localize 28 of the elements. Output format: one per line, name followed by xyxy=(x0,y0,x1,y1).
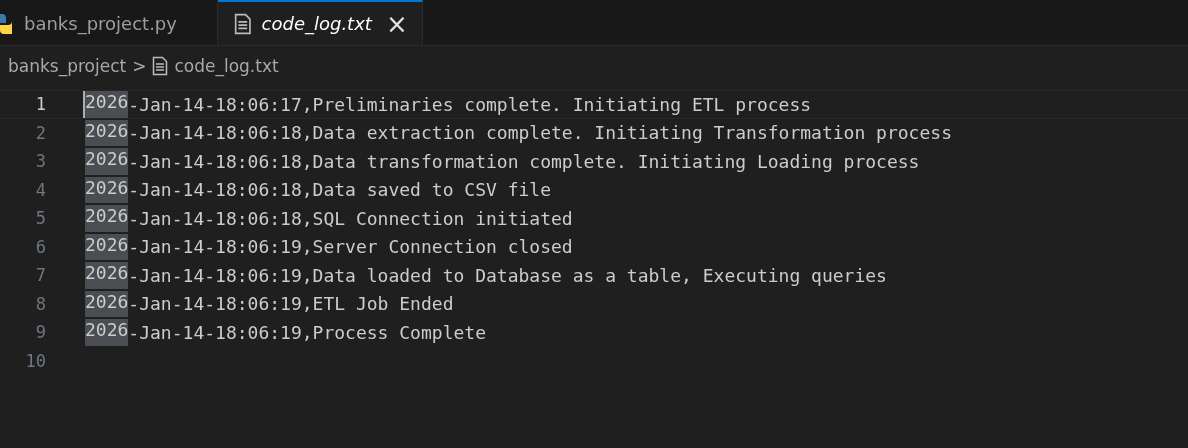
line-number: 10 xyxy=(24,350,46,371)
breadcrumb-folder[interactable]: banks_project xyxy=(8,56,127,76)
line-number: 3 xyxy=(34,151,46,172)
line-number: 4 xyxy=(34,179,46,200)
code-line: 2026-Jan-14-18:06:19,Data loaded to Database as a table, Executing queries xyxy=(85,262,887,289)
line-number: 2 xyxy=(34,122,46,143)
file-icon xyxy=(233,12,252,35)
file-icon xyxy=(152,56,169,76)
code-line: 2026-Jan-14-18:06:18,SQL Connection initiated xyxy=(85,205,573,232)
close-icon[interactable]: × xyxy=(385,10,408,37)
line-number: 9 xyxy=(34,322,46,343)
editor-tab[interactable]: banks_project.py xyxy=(0,0,218,45)
code-line: 2026-Jan-14-18:06:18,Data transformation complete. Initiating Loading process xyxy=(85,148,920,175)
line-number: 7 xyxy=(34,265,46,286)
line-number: 6 xyxy=(34,236,46,257)
code-line: 2026-Jan-14-18:06:18,Data saved to CSV file xyxy=(85,176,551,203)
code-line: 2026-Jan-14-18:06:19,Process Complete xyxy=(85,319,486,346)
line-number: 1 xyxy=(34,94,46,115)
code-line: 2026-Jan-14-18:06:19,ETL Job Ended xyxy=(85,290,454,317)
code-line: 2026-Jan-14-18:06:17,Preliminaries complete. Initiating ETL process xyxy=(85,91,812,118)
text-cursor xyxy=(83,91,85,118)
code-line: 2026-Jan-14-18:06:18,Data extraction complete. Initiating Transformation process xyxy=(85,119,952,146)
code-line: 2026-Jan-14-18:06:19,Server Connection closed xyxy=(85,233,573,260)
breadcrumb-separator: > xyxy=(132,56,147,76)
line-number: 5 xyxy=(34,208,46,229)
breadcrumb-file[interactable]: code_log.txt xyxy=(174,56,279,76)
line-number: 8 xyxy=(34,293,46,314)
editor-tab[interactable]: code_log.txt × xyxy=(217,0,423,45)
